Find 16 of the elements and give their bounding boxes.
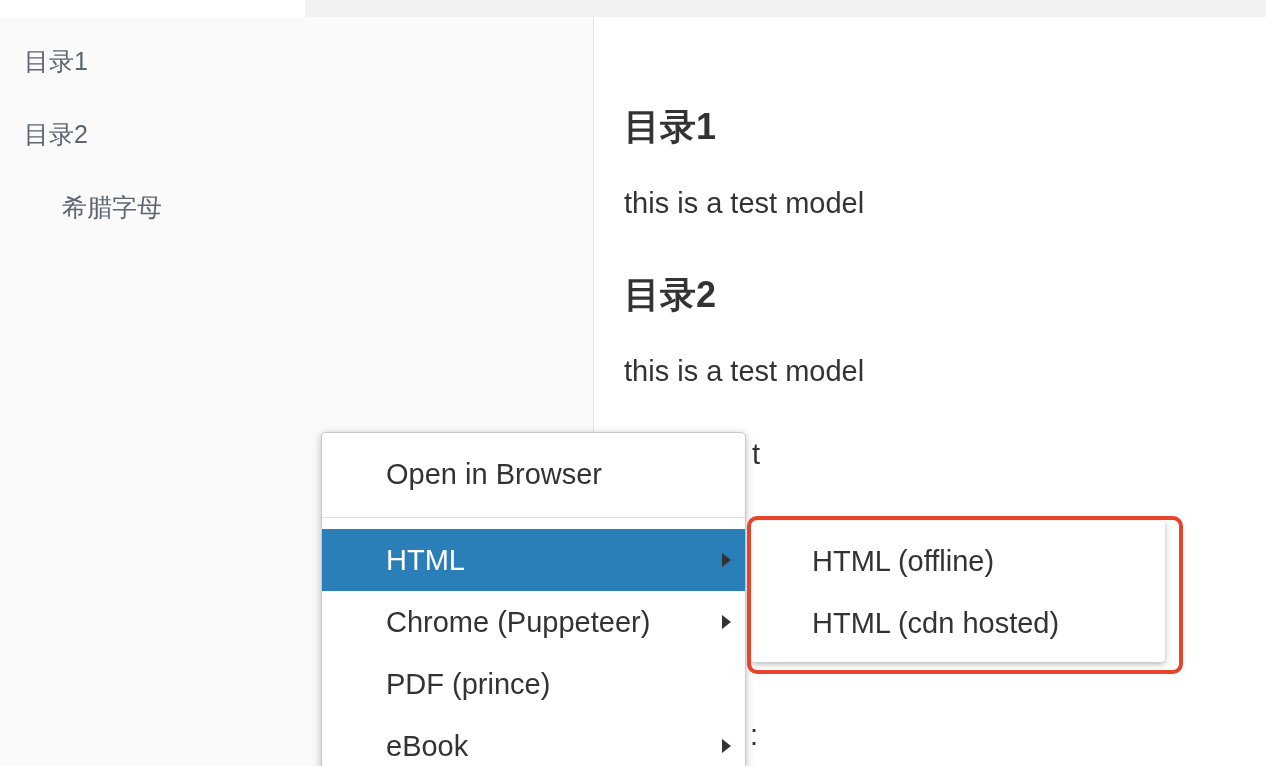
menu-item[interactable]: Chrome (Puppeteer): [322, 591, 745, 653]
menu-item[interactable]: PDF (prince): [322, 653, 745, 715]
sidebar-item[interactable]: 目录1: [0, 43, 593, 116]
sidebar-item[interactable]: 希腊字母: [0, 189, 593, 262]
sidebar-item[interactable]: 目录2: [0, 116, 593, 189]
menu-item[interactable]: Open in Browser: [322, 443, 745, 505]
paragraph: this is a test model: [624, 354, 866, 389]
menu-item[interactable]: eBook: [322, 715, 745, 766]
menu-item[interactable]: HTML (cdn hosted): [751, 592, 1165, 654]
menu-item[interactable]: HTML (offline): [751, 530, 1165, 592]
section-heading: 目录1: [624, 107, 718, 147]
section-heading: 目录2: [624, 275, 718, 315]
paragraph: t: [752, 437, 761, 472]
menu-item[interactable]: HTML: [322, 529, 745, 591]
paragraph: :: [750, 718, 759, 753]
paragraph: this is a test model: [624, 186, 866, 221]
